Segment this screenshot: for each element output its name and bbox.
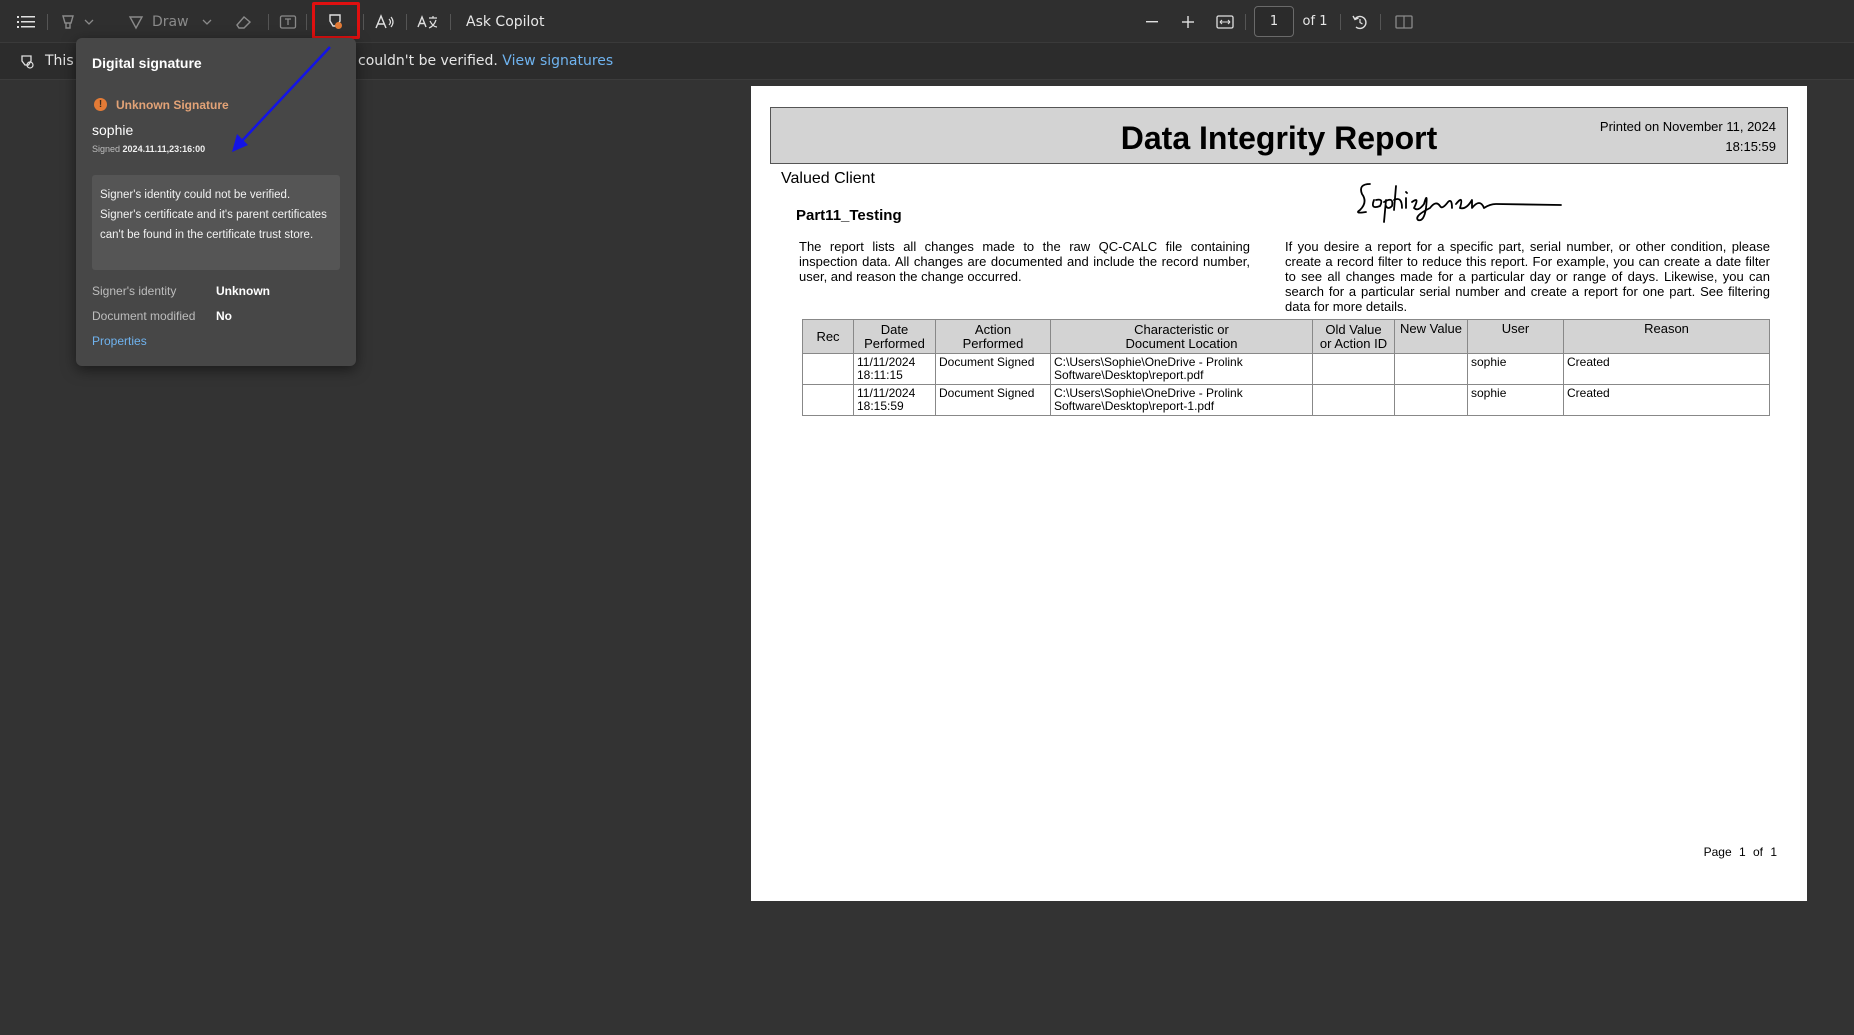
view-signatures-link[interactable]: View signatures [502, 53, 613, 69]
client-name: Valued Client [781, 170, 875, 187]
draw-button[interactable]: Draw [152, 0, 192, 43]
signer-identity-label: Signer's identity [92, 284, 177, 298]
draw-dropdown-chevron-icon[interactable] [200, 0, 214, 43]
toolbar-separator [306, 14, 307, 30]
col-old-value: Old Value or Action ID [1312, 319, 1395, 354]
draw-icon[interactable] [125, 0, 147, 43]
signature-status: Unknown Signature [116, 98, 229, 112]
toolbar: Draw Ask Copilot 1 of 1 [0, 0, 1854, 43]
rotate-icon[interactable] [1348, 0, 1372, 43]
document-modified-value: No [216, 309, 232, 323]
toolbar-separator [1380, 14, 1381, 30]
col-date: Date Performed [853, 319, 936, 354]
info-bar-message-end: couldn't be verified. View signatures [358, 53, 614, 69]
part-name: Part11_Testing [796, 207, 902, 224]
cell-location: C:\Users\Sophie\OneDrive - Prolink Softwa… [1050, 353, 1313, 385]
cell-date: 11/11/2024 18:15:59 [853, 384, 936, 416]
eraser-icon[interactable] [232, 0, 256, 43]
cell-user: sophie [1467, 353, 1564, 385]
signed-date: Signed 2024.11.11,23:16:00 [92, 144, 206, 154]
zoom-in-icon[interactable] [1178, 0, 1198, 43]
table-row: 11/11/2024 18:15:59 Document Signed C:\Us… [802, 384, 1770, 416]
toolbar-separator [1245, 14, 1246, 30]
properties-link[interactable]: Properties [92, 334, 147, 348]
signature-status-icon [16, 43, 38, 80]
cell-date: 11/11/2024 18:11:15 [853, 353, 936, 385]
toolbar-separator [450, 14, 451, 30]
cell-rec [802, 384, 854, 416]
cell-action: Document Signed [935, 384, 1051, 416]
zoom-out-icon[interactable] [1142, 0, 1162, 43]
page-count: of 1 [1302, 14, 1328, 29]
cell-location: C:\Users\Sophie\OneDrive - Prolink Softwa… [1050, 384, 1313, 416]
col-action: Action Performed [935, 319, 1051, 354]
document-modified-label: Document modified [92, 309, 196, 323]
fit-width-icon[interactable] [1213, 0, 1237, 43]
col-user: User [1467, 319, 1564, 354]
cell-user: sophie [1467, 384, 1564, 416]
col-rec: Rec [802, 319, 854, 354]
signature-button-highlight [312, 2, 360, 39]
cell-new-value [1394, 384, 1468, 416]
report-description: The report lists all changes made to the… [799, 239, 1250, 284]
cell-new-value [1394, 353, 1468, 385]
cell-action: Document Signed [935, 353, 1051, 385]
popup-title: Digital signature [92, 55, 202, 71]
toolbar-separator [406, 14, 407, 30]
col-location: Characteristic or Document Location [1050, 319, 1313, 354]
contents-icon[interactable] [12, 0, 40, 43]
two-page-view-icon[interactable] [1392, 0, 1416, 43]
cell-reason: Created [1563, 384, 1770, 416]
toolbar-separator [47, 14, 48, 30]
warning-icon: ! [94, 98, 107, 111]
signer-name: sophie [92, 122, 134, 138]
cell-rec [802, 353, 854, 385]
read-aloud-icon[interactable] [372, 0, 398, 43]
toolbar-separator [1340, 14, 1341, 30]
translate-icon[interactable] [414, 0, 442, 43]
cell-old-value [1312, 353, 1395, 385]
handwritten-signature [1357, 183, 1562, 223]
signer-identity-value: Unknown [216, 284, 270, 298]
verification-note: Signer's identity could not be verified.… [92, 175, 340, 270]
table-header-row: Rec Date Performed Action Performed Charac… [802, 319, 1770, 354]
cell-old-value [1312, 384, 1395, 416]
pdf-page: Data Integrity Report Printed on Novembe… [751, 86, 1807, 901]
cell-reason: Created [1563, 353, 1770, 385]
page-number-input[interactable]: 1 [1254, 6, 1294, 37]
table-row: 11/11/2024 18:11:15 Document Signed C:\Us… [802, 353, 1770, 385]
highlight-dropdown-chevron-icon[interactable] [82, 0, 96, 43]
col-reason: Reason [1563, 319, 1770, 354]
printed-date: Printed on November 11, 2024 18:15:59 [1599, 119, 1776, 154]
col-new-value: New Value [1394, 319, 1468, 354]
page-footer: Page 1 of 1 [1703, 845, 1777, 859]
filter-instructions: If you desire a report for a specific pa… [1285, 239, 1770, 314]
digital-signature-popup: Digital signature ! Unknown Signature so… [76, 38, 356, 366]
text-box-icon[interactable] [276, 0, 300, 43]
changes-table: Rec Date Performed Action Performed Charac… [802, 319, 1770, 416]
toolbar-separator [268, 14, 269, 30]
ask-copilot-button[interactable]: Ask Copilot [466, 0, 558, 43]
report-header: Data Integrity Report Printed on Novembe… [770, 107, 1788, 164]
toolbar-separator [363, 14, 364, 30]
highlight-icon[interactable] [56, 0, 80, 43]
